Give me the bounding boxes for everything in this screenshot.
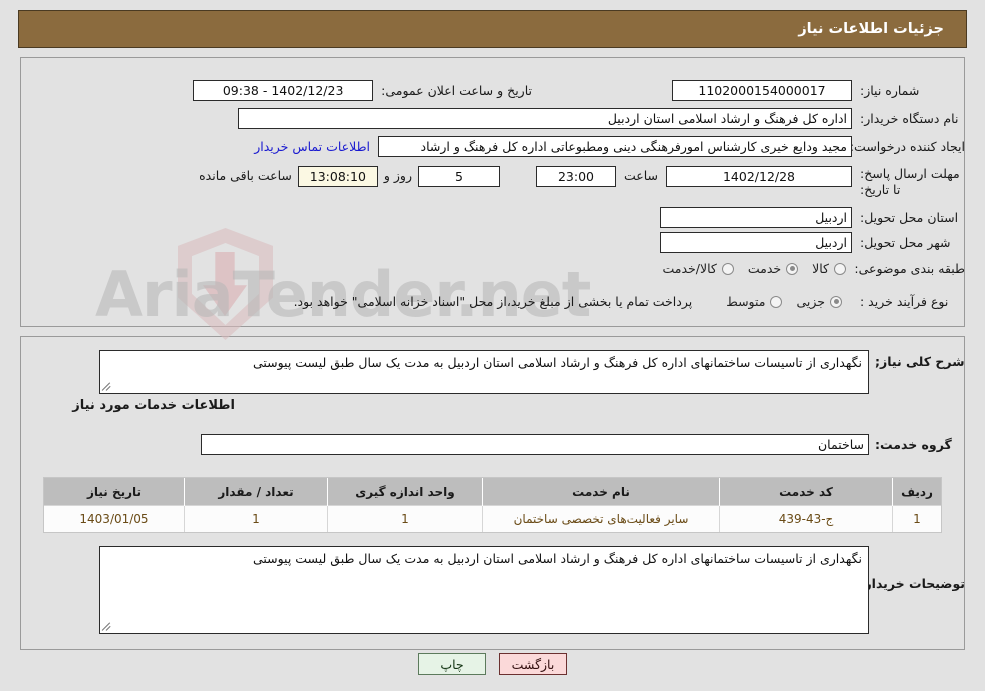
cell-unit: 1: [327, 505, 483, 532]
row-service-group: گروه خدمت: ساختمان: [20, 434, 965, 455]
delivery-city-label: شهر محل تحویل:: [860, 235, 951, 250]
category-label-kala: کالا: [812, 261, 829, 276]
row-purchase-type: نوع فرآیند خرید : جزیی متوسط پرداخت تمام…: [20, 294, 965, 309]
purchase-label-motevaset: متوسط: [726, 294, 766, 309]
need-number-label: شماره نیاز:: [860, 83, 920, 98]
purchase-type-label: نوع فرآیند خرید :: [860, 294, 949, 309]
resize-grip-icon[interactable]: [102, 622, 112, 632]
delivery-city-value[interactable]: اردبیل: [660, 232, 852, 253]
print-button[interactable]: چاپ: [418, 653, 486, 675]
need-summary-value[interactable]: نگهداری از تاسیسات ساختمانهای اداره کل ف…: [99, 350, 869, 394]
deadline-days-value[interactable]: 5: [417, 166, 500, 187]
resize-grip-icon[interactable]: [102, 382, 112, 392]
deadline-date-value[interactable]: 1402/12/28: [666, 166, 852, 187]
cell-index: 1: [892, 505, 941, 532]
announce-datetime-value[interactable]: 1402/12/23 - 09:38: [193, 80, 374, 101]
th-service-code: کد خدمت: [719, 478, 893, 506]
subject-category-label: طبقه بندی موضوعی:: [854, 261, 965, 276]
category-radio-kala[interactable]: [834, 262, 846, 275]
buyer-contact-link[interactable]: اطلاعات تماس خریدار: [254, 139, 370, 154]
table-row: 1 ج-43-439 سایر فعالیت‌های تخصصی ساختمان…: [44, 505, 941, 532]
services-table-wrapper: ردیف کد خدمت نام خدمت واحد اندازه گیری ت…: [43, 477, 942, 533]
services-table: ردیف کد خدمت نام خدمت واحد اندازه گیری ت…: [44, 478, 941, 532]
back-button[interactable]: بازگشت: [499, 653, 567, 675]
category-option-kala-khedmat[interactable]: کالا/خدمت: [648, 261, 734, 276]
category-option-khedmat[interactable]: خدمت: [734, 261, 799, 276]
deadline-time-value[interactable]: 23:00: [535, 166, 616, 187]
purchase-type-note: پرداخت تمام یا بخشی از مبلغ خرید،از محل …: [293, 294, 693, 309]
deadline-days-label: روز و: [383, 168, 412, 183]
purchase-label-jozii: جزیی: [796, 294, 825, 309]
services-heading: اطلاعات خدمات مورد نیاز: [72, 398, 235, 413]
need-summary-label: شرح کلی نیاز;: [875, 354, 965, 369]
row-delivery-province: استان محل تحویل: اردبیل: [20, 207, 965, 228]
buyer-notes-text: نگهداری از تاسیسات ساختمانهای اداره کل ف…: [252, 551, 862, 566]
category-label-kala-khedmat: کالا/خدمت: [662, 261, 717, 276]
row-subject-category: طبقه بندی موضوعی: کالا خدمت کالا/خدمت: [20, 261, 965, 276]
cell-quantity: 1: [184, 505, 328, 532]
cell-service-name: سایر فعالیت‌های تخصصی ساختمان: [482, 505, 720, 532]
deadline-countdown-value: 13:08:10: [297, 166, 378, 187]
table-header-row: ردیف کد خدمت نام خدمت واحد اندازه گیری ت…: [44, 478, 941, 506]
delivery-province-value[interactable]: اردبیل: [660, 207, 852, 228]
buyer-org-label: نام دستگاه خریدار:: [860, 111, 959, 126]
purchase-radio-jozii[interactable]: [830, 295, 842, 308]
th-index: ردیف: [892, 478, 941, 506]
buyer-notes-value[interactable]: نگهداری از تاسیسات ساختمانهای اداره کل ف…: [99, 546, 869, 634]
buyer-notes-label: توضیحات خریدار;: [859, 576, 965, 591]
th-quantity: تعداد / مقدار: [184, 478, 328, 506]
row-request-creator: ایجاد کننده درخواست: مجید ودایع خیری کار…: [20, 136, 965, 157]
need-summary-text: نگهداری از تاسیسات ساختمانهای اداره کل ف…: [252, 355, 862, 370]
request-creator-label: ایجاد کننده درخواست:: [849, 139, 965, 154]
page-title: جزئیات اطلاعات نیاز: [798, 21, 944, 37]
category-radio-khedmat[interactable]: [786, 262, 799, 275]
th-unit: واحد اندازه گیری: [327, 478, 483, 506]
purchase-option-jozii[interactable]: جزیی: [782, 294, 842, 309]
category-label-khedmat: خدمت: [747, 261, 782, 276]
purchase-option-motevaset[interactable]: متوسط: [712, 294, 783, 309]
cell-service-code: ج-43-439: [719, 505, 893, 532]
footer-button-bar: بازگشت چاپ: [0, 653, 985, 675]
th-service-name: نام خدمت: [482, 478, 720, 506]
deadline-time-label: ساعت: [623, 168, 658, 183]
deadline-label: مهلت ارسال پاسخ: تا تاریخ:: [860, 166, 960, 197]
row-need-summary: شرح کلی نیاز; نگهداری از تاسیسات ساختمان…: [20, 350, 965, 394]
buyer-org-value[interactable]: اداره کل فرهنگ و ارشاد اسلامی استان اردب…: [238, 108, 852, 129]
row-deadline: مهلت ارسال پاسخ: تا تاریخ: 1402/12/28 سا…: [20, 164, 965, 198]
deadline-remaining-label: ساعت باقی مانده: [199, 168, 292, 183]
purchase-radio-motevaset[interactable]: [770, 295, 783, 308]
delivery-province-label: استان محل تحویل:: [860, 210, 959, 225]
row-delivery-city: شهر محل تحویل: اردبیل: [20, 232, 965, 253]
row-buyer-notes: توضیحات خریدار; نگهداری از تاسیسات ساختم…: [20, 546, 965, 634]
request-creator-value[interactable]: مجید ودایع خیری کارشناس امورفرهنگی دینی …: [378, 136, 852, 157]
announce-datetime-label: تاریخ و ساعت اعلان عمومی:: [381, 83, 532, 98]
service-group-label: گروه خدمت:: [875, 437, 952, 452]
category-option-kala[interactable]: کالا: [798, 261, 846, 276]
cell-need-date: 1403/01/05: [44, 505, 185, 532]
row-buyer-org: نام دستگاه خریدار: اداره کل فرهنگ و ارشا…: [20, 108, 965, 129]
row-need-number: شماره نیاز: 1102000154000017 تاریخ و ساع…: [20, 80, 965, 101]
service-group-value[interactable]: ساختمان: [201, 434, 869, 455]
category-radio-kala-khedmat[interactable]: [721, 262, 734, 275]
need-number-value[interactable]: 1102000154000017: [672, 80, 852, 101]
th-need-date: تاریخ نیاز: [44, 478, 185, 506]
page-header-bar: جزئیات اطلاعات نیاز: [18, 10, 967, 48]
